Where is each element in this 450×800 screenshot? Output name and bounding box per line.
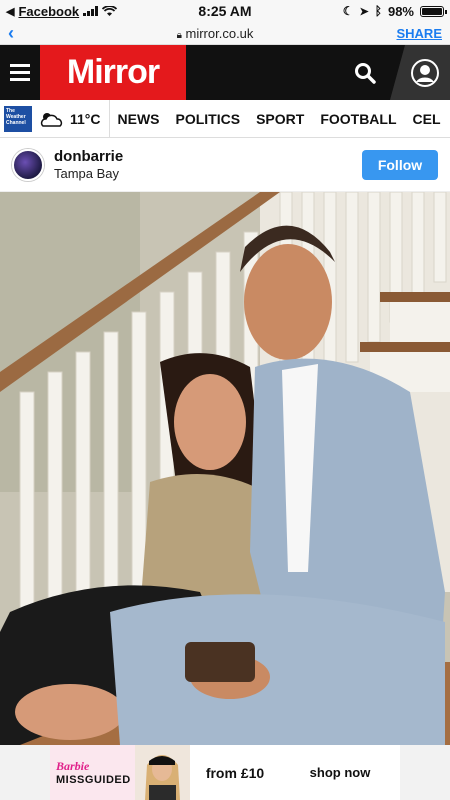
section-nav: The Weather Channel 11°C NEWS POLITICS S…: [0, 100, 450, 138]
back-to-app-link[interactable]: Facebook: [18, 4, 79, 19]
photo-illustration: [0, 192, 450, 745]
nav-item-politics[interactable]: POLITICS: [168, 111, 249, 127]
search-button[interactable]: [340, 45, 390, 100]
nav-item-football[interactable]: FOOTBALL: [312, 111, 404, 127]
back-arrow-icon[interactable]: ◀: [6, 5, 14, 18]
user-icon: [411, 58, 439, 87]
share-button[interactable]: SHARE: [392, 26, 442, 41]
instagram-photo[interactable]: [0, 192, 450, 745]
partly-cloudy-icon: [40, 112, 63, 127]
ad-price: from £10: [205, 764, 265, 781]
nav-item-sport[interactable]: SPORT: [248, 111, 312, 127]
temperature: 11°C: [70, 110, 101, 127]
status-left: ◀ Facebook: [6, 4, 166, 19]
status-right: ☾ ➤ ᛒ 98%: [284, 3, 447, 19]
url-bar: ‹ 🔒︎ mirror.co.uk SHARE: [0, 22, 450, 45]
ad-brand: Barbie MISSGUIDED: [50, 745, 135, 800]
ad-brand-barbie: Barbie: [56, 759, 90, 773]
location-arrow-icon: ➤: [359, 5, 369, 18]
menu-icon[interactable]: [0, 45, 40, 100]
ad-shop-now-button[interactable]: shop now: [280, 765, 400, 780]
status-time: 8:25 AM: [198, 3, 252, 19]
battery-percent: 98%: [387, 3, 414, 19]
account-button[interactable]: [390, 45, 450, 100]
url-text[interactable]: 🔒︎ mirror.co.uk: [38, 26, 392, 41]
instagram-username[interactable]: donbarrie: [54, 148, 362, 165]
nav-item-news[interactable]: NEWS: [110, 111, 168, 127]
site-logo[interactable]: Mirror: [40, 45, 186, 100]
ad-banner[interactable]: Barbie MISSGUIDED from £10 shop now: [0, 745, 450, 800]
weather-channel-logo: The Weather Channel: [4, 105, 32, 132]
do-not-disturb-icon: ☾: [342, 4, 354, 18]
battery-icon: [420, 5, 447, 17]
ad-content[interactable]: Barbie MISSGUIDED from £10 shop now: [50, 745, 400, 800]
instagram-location[interactable]: Tampa Bay: [54, 166, 362, 181]
instagram-user-info: donbarrie Tampa Bay: [54, 148, 362, 181]
status-bar: ◀ Facebook 8:25 AM ☾ ➤ ᛒ 98%: [0, 0, 450, 22]
ad-brand-missguided: MISSGUIDED: [56, 774, 131, 786]
bluetooth-icon: ᛒ: [374, 4, 382, 18]
weather-widget[interactable]: The Weather Channel 11°C: [0, 100, 110, 137]
wifi-icon: [102, 5, 118, 16]
instagram-embed-header: donbarrie Tampa Bay Follow: [0, 138, 450, 192]
cellular-signal-icon: [83, 6, 99, 16]
nav-item-celebs[interactable]: CEL: [405, 111, 449, 127]
avatar[interactable]: [12, 148, 44, 181]
battery-level: [422, 7, 442, 15]
search-icon: [355, 62, 376, 84]
header-spacer: [186, 45, 340, 100]
ad-model-image: [135, 745, 190, 800]
follow-button[interactable]: Follow: [362, 149, 438, 180]
site-header: Mirror: [0, 45, 450, 100]
chevron-left-icon[interactable]: ‹: [8, 23, 38, 44]
lock-icon: 🔒︎: [176, 29, 182, 41]
